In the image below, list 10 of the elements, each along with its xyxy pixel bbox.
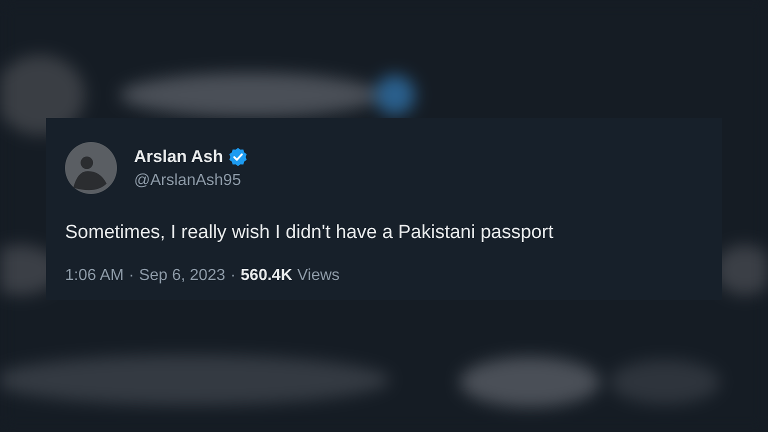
view-count: 560.4K xyxy=(240,267,292,285)
tweet-meta: Views xyxy=(297,267,340,285)
tweet-meta: Sep 6, 2023 xyxy=(139,267,226,285)
tweet-meta: 1:06 AM xyxy=(65,267,124,285)
tweet-text: Sometimes, I really wish I didn't have a Pakistani passport xyxy=(65,222,554,244)
separator-dot: · xyxy=(230,267,236,285)
separator-dot: · xyxy=(128,267,134,285)
author-name[interactable]: Arslan Ash xyxy=(134,146,224,166)
avatar-icon xyxy=(65,142,117,194)
author-handle[interactable]: @ArslanAsh95 xyxy=(134,172,248,190)
